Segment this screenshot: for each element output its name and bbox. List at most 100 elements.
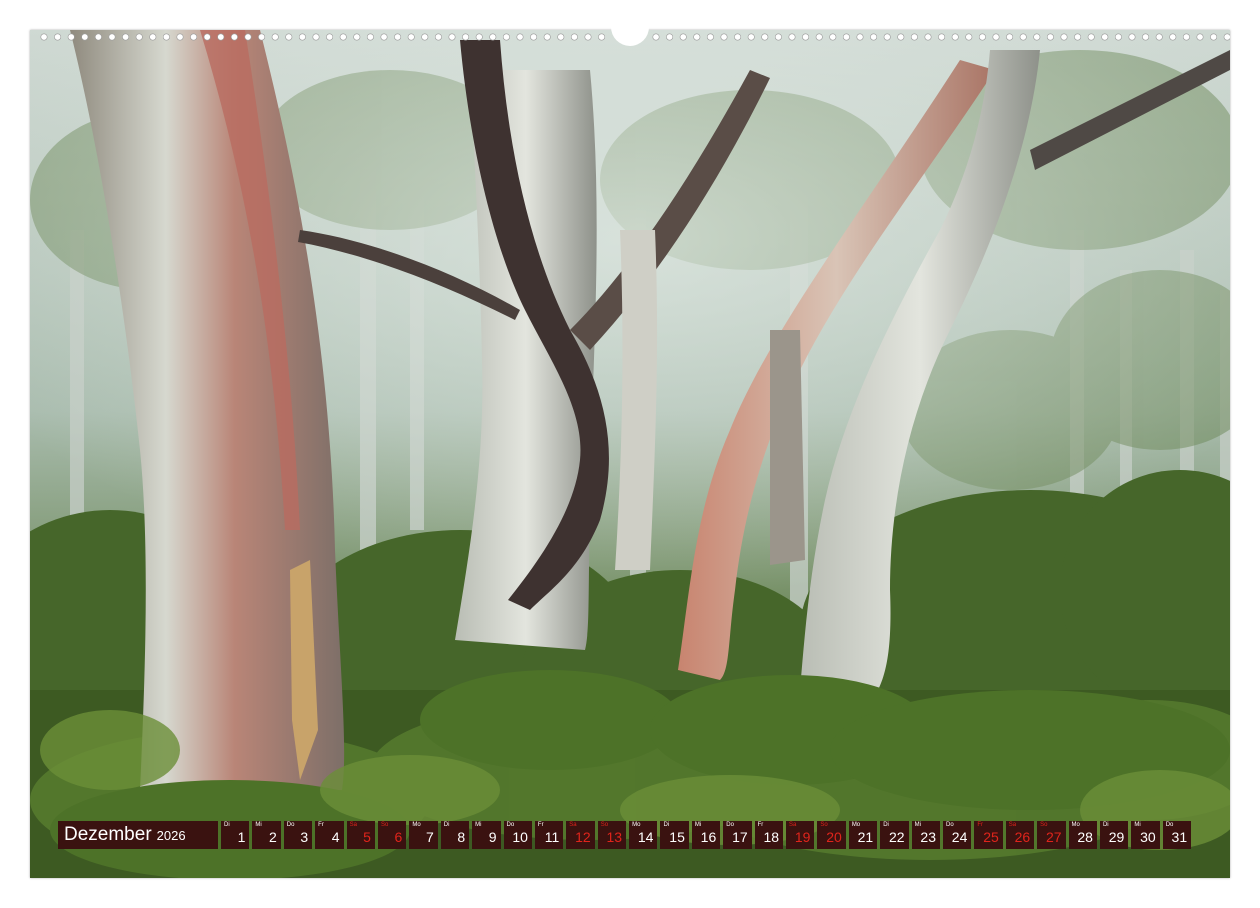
day-number: 11 [544,829,560,845]
day-cell: Sa 5 [346,821,375,849]
day-number: 15 [669,829,685,845]
day-number: 26 [1014,829,1031,845]
day-number: 10 [512,829,528,845]
day-cell: Di 15 [660,821,689,849]
day-number: 6 [394,829,403,845]
weekday-label: Mi [694,822,702,828]
day-cell: Mo 21 [848,821,878,849]
weekday-label: Fr [757,822,764,828]
day-number: 13 [606,829,623,845]
day-cell: Mi 23 [911,821,940,849]
day-cell: Di 1 [221,821,250,849]
day-cell: Do 24 [942,821,972,849]
day-cell: Mi 2 [252,821,281,849]
day-cell: So 6 [377,821,407,849]
day-number: 12 [575,829,591,845]
weekday-label: Sa [789,822,797,828]
day-cell: Di 22 [880,821,909,849]
weekday-label: Do [726,822,734,828]
day-number: 16 [700,829,717,845]
day-number: 18 [763,829,780,845]
day-number: 5 [363,829,371,845]
weekday-label: So [820,822,828,828]
day-number: 30 [1140,829,1156,845]
month-label-box: Dezember 2026 [58,821,218,849]
day-number: 1 [237,829,246,845]
weekday-label: Mi [914,822,921,828]
day-number: 29 [1108,829,1125,845]
day-cell: Do 3 [283,821,313,849]
weekday-label: Mo [1071,822,1080,828]
day-number: 25 [983,829,999,845]
day-cell: Mo 14 [629,821,658,849]
weekday-label: Sa [1008,822,1017,828]
day-cell: Do 17 [723,821,752,849]
day-cell: So 27 [1037,821,1066,849]
day-cell: Mo 28 [1068,821,1097,849]
day-number: 17 [732,829,748,845]
month-year: 2026 [156,827,186,843]
day-number: 31 [1171,829,1188,845]
day-cell: Mi 30 [1131,821,1160,849]
day-cell: Do 10 [503,821,532,849]
day-cell: Mo 7 [409,821,438,849]
day-cell: So 13 [597,821,627,849]
weekday-label: Mo [851,822,861,828]
weekday-label: Di [224,822,230,828]
day-number: 14 [637,829,654,845]
weekday-label: Mi [255,822,262,828]
month-name: Dezember [64,824,152,845]
day-number: 19 [794,829,811,845]
weekday-label: Di [883,822,889,828]
weekday-label: Fr [318,822,324,828]
forest-photo [30,30,1230,878]
day-cell: Mi 16 [691,821,721,849]
day-cell: So 20 [817,821,846,849]
weekday-label: Sa [349,822,357,828]
day-number: 9 [488,829,497,845]
day-cell: Fr 4 [315,821,344,849]
day-cell: Di 29 [1099,821,1129,849]
day-number: 23 [920,829,936,845]
day-cell: Sa 12 [566,821,595,849]
day-number: 21 [857,829,874,845]
day-cell: Do 31 [1162,821,1192,849]
weekday-label: Di [1102,822,1109,828]
day-cell: Fr 25 [974,821,1003,849]
day-number: 4 [331,829,340,845]
day-number: 27 [1045,829,1062,845]
day-cell: Sa 19 [786,821,815,849]
weekday-label: Fr [977,822,984,828]
day-number: 20 [826,829,842,845]
weekday-label: Do [506,822,515,828]
day-number: 3 [300,829,309,845]
weekday-label: Fr [537,822,544,828]
weekday-label: Mi [1134,822,1141,828]
day-number: 28 [1077,829,1093,845]
day-cells: Di 1 Mi 2 Do 3 Fr 4 Sa 5 So 6 Mo 7 Di 8 Mi 9 Do 10 Fr 11 Sa 12 S… [221,821,1194,849]
day-number: 2 [268,829,277,845]
weekday-label: So [1040,822,1048,828]
weekday-label: So [600,822,609,828]
day-number: 24 [951,829,968,845]
weekday-label: Do [945,822,954,828]
weekday-label: Mi [475,822,482,828]
day-cell: Fr 11 [534,821,564,849]
weekday-label: Di [663,822,670,828]
day-cell: Fr 18 [754,821,784,849]
weekday-label: Do [286,822,295,828]
weekday-label: Mo [632,822,641,828]
calendar-strip: Dezember 2026 Di 1 Mi 2 Do 3 Fr 4 Sa 5 So 6 Mo 7 Di 8 Mi… [58,821,1194,849]
weekday-label: Do [1165,822,1174,828]
weekday-label: So [380,822,389,828]
day-number: 22 [889,829,905,845]
day-cell: Sa 26 [1005,821,1035,849]
weekday-label: Mo [412,822,421,828]
weekday-label: Sa [569,822,577,828]
day-number: 8 [457,829,466,845]
day-number: 7 [425,829,434,845]
day-cell: Mi 9 [472,821,501,849]
calendar-page [30,30,1230,878]
weekday-label: Di [443,822,450,828]
day-cell: Di 8 [440,821,470,849]
